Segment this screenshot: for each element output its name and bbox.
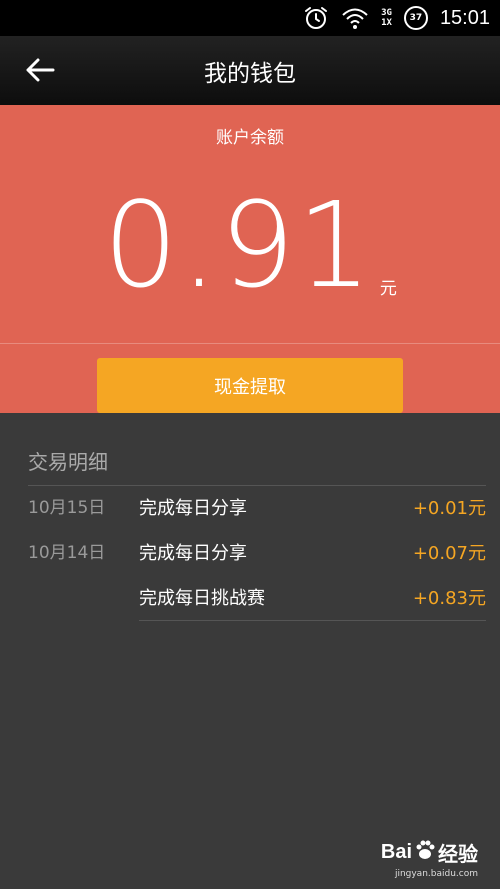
- transaction-amount: +0.83元: [412, 588, 486, 609]
- transaction-amount: +0.01元: [412, 498, 486, 519]
- transaction-row[interactable]: 10月14日 完成每日分享 +0.07元: [0, 531, 500, 576]
- transaction-date: 10月14日: [28, 543, 106, 563]
- transaction-description: 完成每日分享: [139, 543, 247, 564]
- transaction-list: 10月15日 完成每日分享 +0.01元 10月14日 完成每日分享 +0.07…: [0, 486, 500, 621]
- watermark-url: jingyan.baidu.com: [394, 869, 478, 879]
- baidu-jingyan-watermark: Bai 经验 jingyan.baidu.com: [381, 838, 478, 879]
- watermark-logo: Bai 经验: [381, 838, 478, 867]
- arrow-left-icon: [25, 58, 55, 86]
- paw-icon: [414, 839, 436, 867]
- status-time: 15:01: [439, 6, 490, 29]
- page-title: 我的钱包: [204, 60, 296, 87]
- status-bar: 3G 1X 37 15:01: [0, 0, 500, 36]
- transaction-row[interactable]: 完成每日挑战赛 +0.83元: [0, 576, 500, 621]
- transaction-row[interactable]: 10月15日 完成每日分享 +0.01元: [0, 486, 500, 531]
- alarm-clock-icon: [303, 5, 329, 31]
- transaction-amount: +0.07元: [412, 543, 486, 564]
- transaction-row-divider: [139, 620, 486, 621]
- network-3g-label: 3G: [381, 8, 392, 18]
- balance-value: 0.91: [103, 176, 374, 314]
- battery-level: 37: [409, 13, 423, 23]
- wifi-icon: [341, 6, 369, 30]
- balance-panel: 账户余额 0.91 元 现金提取: [0, 105, 500, 413]
- transaction-description: 完成每日分享: [139, 498, 247, 519]
- app-header: 我的钱包: [0, 36, 500, 105]
- balance-unit: 元: [379, 279, 397, 299]
- transaction-heading: 交易明细: [28, 450, 108, 474]
- transaction-date: 10月15日: [28, 498, 106, 518]
- back-button[interactable]: [22, 54, 58, 90]
- network-1x-label: 1X: [381, 18, 392, 28]
- network-signal-indicator: 3G 1X: [381, 8, 392, 28]
- panel-divider: [0, 343, 500, 344]
- watermark-logo-right: 经验: [438, 844, 478, 866]
- balance-amount-row: 0.91 元: [0, 185, 500, 305]
- balance-label: 账户余额: [216, 128, 284, 148]
- transaction-description: 完成每日挑战赛: [139, 588, 265, 609]
- watermark-logo-left: Bai: [380, 841, 412, 863]
- withdraw-cash-button[interactable]: 现金提取: [97, 358, 403, 413]
- battery-icon: 37: [403, 6, 428, 30]
